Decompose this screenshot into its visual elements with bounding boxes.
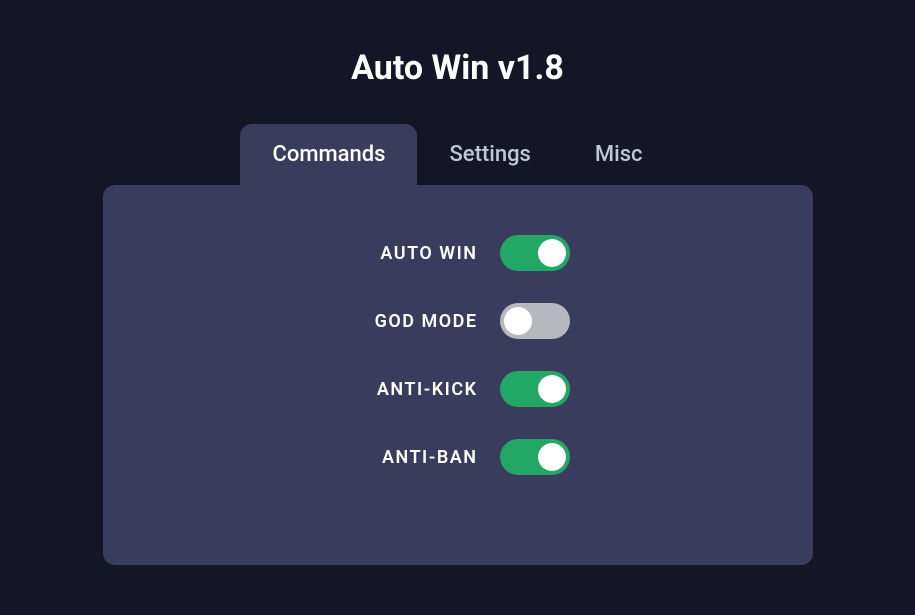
tabs-container: Commands Settings Misc bbox=[240, 124, 674, 185]
toggle-row-god-mode: GOD MODE bbox=[278, 303, 638, 339]
toggle-knob bbox=[538, 239, 566, 267]
toggle-anti-kick[interactable] bbox=[500, 371, 570, 407]
toggle-label-god-mode: GOD MODE bbox=[278, 311, 478, 332]
toggle-label-auto-win: AUTO WIN bbox=[278, 243, 478, 264]
toggle-row-auto-win: AUTO WIN bbox=[278, 235, 638, 271]
app-title: Auto Win v1.8 bbox=[351, 48, 564, 88]
toggle-anti-ban[interactable] bbox=[500, 439, 570, 475]
toggle-knob bbox=[538, 375, 566, 403]
toggle-label-anti-kick: ANTI-KICK bbox=[278, 379, 478, 400]
toggle-label-anti-ban: ANTI-BAN bbox=[278, 447, 478, 468]
tab-settings[interactable]: Settings bbox=[417, 124, 562, 185]
toggle-god-mode[interactable] bbox=[500, 303, 570, 339]
toggle-knob bbox=[538, 443, 566, 471]
tab-misc[interactable]: Misc bbox=[563, 124, 675, 185]
toggle-knob bbox=[504, 307, 532, 335]
toggle-row-anti-ban: ANTI-BAN bbox=[278, 439, 638, 475]
toggle-auto-win[interactable] bbox=[500, 235, 570, 271]
tab-commands[interactable]: Commands bbox=[240, 124, 417, 185]
commands-panel: AUTO WIN GOD MODE ANTI-KICK ANTI-BAN bbox=[103, 185, 813, 565]
toggle-row-anti-kick: ANTI-KICK bbox=[278, 371, 638, 407]
